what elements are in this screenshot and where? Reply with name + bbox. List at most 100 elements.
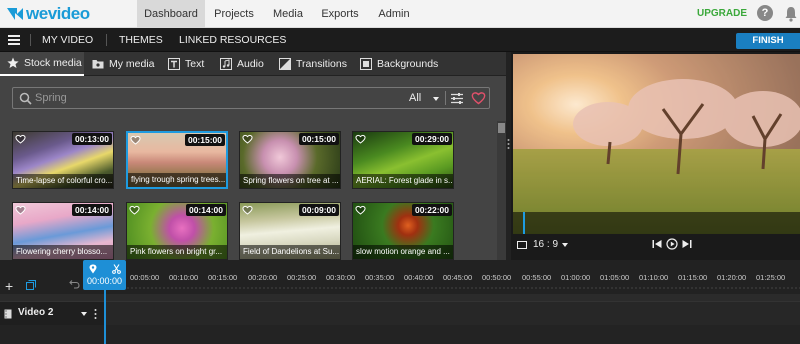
- drag-handle-icon[interactable]: [507, 138, 510, 150]
- filter-sliders-icon[interactable]: [450, 92, 464, 105]
- thumbnail-label: flying trough spring trees...: [128, 173, 226, 187]
- time-tick: 01:15:00: [678, 273, 708, 282]
- chevron-down-icon[interactable]: [81, 312, 87, 316]
- tab-label: Backgrounds: [377, 58, 439, 70]
- tab-stock-media[interactable]: Stock media: [0, 52, 84, 76]
- wevideo-logo[interactable]: we video: [6, 4, 90, 24]
- scrollbar-thumb[interactable]: [498, 123, 505, 133]
- time-tick: 00:35:00: [365, 273, 395, 282]
- timeline-tools: +: [0, 260, 82, 294]
- favorite-heart-icon[interactable]: [130, 135, 141, 145]
- duration-badge: 00:09:00: [298, 204, 339, 216]
- media-panel: All 00:13:00 Time-lapse of colorful cro.…: [0, 76, 506, 260]
- aspect-ratio-dropdown[interactable]: 16 : 9: [517, 239, 569, 250]
- upgrade-link[interactable]: UPGRADE: [697, 8, 747, 19]
- media-thumbnail[interactable]: 00:13:00 Time-lapse of colorful cro...: [12, 131, 114, 189]
- project-title[interactable]: MY VIDEO: [42, 28, 93, 52]
- timeline-empty-area: [0, 325, 800, 344]
- linked-resources-link[interactable]: LINKED RESOURCES: [179, 28, 286, 52]
- favorite-heart-icon[interactable]: [242, 134, 253, 144]
- nav-tab-admin[interactable]: Admin: [367, 0, 421, 28]
- tab-audio[interactable]: Audio: [220, 52, 264, 76]
- duplicate-icon[interactable]: [26, 280, 36, 290]
- duration-badge: 00:22:00: [411, 204, 452, 216]
- preview-scrub-position[interactable]: [523, 212, 525, 234]
- media-thumbnail[interactable]: 00:29:00 AERIAL: Forest glade in s...: [352, 131, 454, 189]
- thumbnail-label: Spring flowers on tree at ...: [240, 174, 340, 188]
- playback-controls: [651, 238, 696, 250]
- nav-tab-media[interactable]: Media: [263, 0, 313, 28]
- hamburger-menu-icon[interactable]: [8, 35, 20, 45]
- nav-tab-exports[interactable]: Exports: [313, 0, 367, 28]
- preview-scrub-bar[interactable]: [513, 212, 800, 234]
- favorite-heart-icon[interactable]: [242, 205, 253, 215]
- tab-transitions[interactable]: Transitions: [279, 52, 347, 76]
- playhead-line: [104, 290, 106, 344]
- time-tick: 00:50:00: [482, 273, 512, 282]
- media-thumbnail[interactable]: 00:15:00 Spring flowers on tree at ...: [239, 131, 341, 189]
- search-icon: [19, 92, 32, 105]
- media-thumbnail[interactable]: 00:14:00 Pink flowers on bright gr...: [126, 202, 228, 260]
- video-preview-image[interactable]: [513, 54, 800, 234]
- playhead-handle[interactable]: 00:00:00: [83, 260, 126, 290]
- text-icon: [168, 58, 180, 70]
- scissors-icon[interactable]: [112, 264, 121, 274]
- nav-tab-projects[interactable]: Projects: [205, 0, 263, 28]
- add-track-icon[interactable]: +: [5, 278, 13, 294]
- play-icon[interactable]: [666, 238, 678, 250]
- media-thumbnail[interactable]: 00:22:00 slow motion orange and ...: [352, 202, 454, 260]
- tab-text[interactable]: Text: [168, 52, 204, 76]
- more-options-icon[interactable]: [94, 308, 97, 320]
- nav-tab-dashboard[interactable]: Dashboard: [137, 0, 205, 28]
- favorite-heart-icon[interactable]: [15, 205, 26, 215]
- audio-icon: [220, 58, 232, 70]
- track-name[interactable]: Video 2: [18, 307, 53, 318]
- thumbnail-label: Pink flowers on bright gr...: [127, 245, 227, 259]
- media-tabs: Stock media My media Text Audio Transiti…: [0, 52, 506, 76]
- undo-icon[interactable]: [69, 279, 80, 289]
- themes-link[interactable]: THEMES: [119, 28, 163, 52]
- star-icon: [7, 57, 19, 68]
- timeline-track[interactable]: Video 2: [0, 301, 800, 326]
- chevron-down-icon[interactable]: [433, 97, 439, 101]
- tab-label: Text: [185, 58, 205, 70]
- skip-back-icon[interactable]: [651, 238, 663, 250]
- timeline-ticks: [126, 286, 800, 290]
- skip-forward-icon[interactable]: [681, 238, 693, 250]
- favorite-heart-icon[interactable]: [355, 205, 366, 215]
- media-scrollbar[interactable]: [497, 121, 506, 260]
- favorite-heart-icon[interactable]: [15, 134, 26, 144]
- time-tick: 01:20:00: [717, 273, 747, 282]
- tab-label: Audio: [237, 58, 264, 70]
- thumbnail-label: AERIAL: Forest glade in s...: [353, 174, 453, 188]
- search-input[interactable]: [35, 90, 405, 106]
- time-tick: 01:10:00: [639, 273, 669, 282]
- favorite-heart-icon[interactable]: [129, 205, 140, 215]
- thumbnail-label: Flowering cherry blosso...: [13, 245, 113, 259]
- finish-button[interactable]: FINISH: [736, 33, 800, 49]
- marker-pin-icon[interactable]: [89, 264, 97, 274]
- divider: [445, 91, 446, 105]
- help-icon[interactable]: ?: [757, 5, 773, 21]
- time-tick: 00:45:00: [443, 273, 473, 282]
- folder-icon: [92, 60, 104, 69]
- duration-badge: 00:14:00: [71, 204, 112, 216]
- track-header: Video 2: [0, 302, 104, 326]
- favorite-heart-icon[interactable]: [355, 134, 366, 144]
- favorites-heart-icon[interactable]: [471, 91, 486, 105]
- media-thumbnail[interactable]: 00:09:00 Field of Dandelions at Su...: [239, 202, 341, 260]
- project-toolbar: MY VIDEO THEMES LINKED RESOURCES FINISH: [0, 28, 800, 52]
- time-tick: 01:25:00: [756, 273, 786, 282]
- media-thumbnail-selected[interactable]: 00:15:00 flying trough spring trees...: [126, 131, 228, 189]
- time-tick: 01:05:00: [600, 273, 630, 282]
- media-thumbnail[interactable]: 00:14:00 Flowering cherry blosso...: [12, 202, 114, 260]
- tab-label: Transitions: [296, 58, 347, 70]
- logo-text-video: video: [47, 4, 90, 23]
- filter-dropdown[interactable]: All: [409, 92, 421, 104]
- notification-bell-icon[interactable]: [784, 6, 798, 22]
- time-tick: 00:25:00: [287, 273, 317, 282]
- tab-my-media[interactable]: My media: [92, 52, 155, 76]
- playhead-time: 00:00:00: [86, 276, 123, 286]
- thumbnail-label: Time-lapse of colorful cro...: [13, 174, 113, 188]
- tab-backgrounds[interactable]: Backgrounds: [360, 52, 438, 76]
